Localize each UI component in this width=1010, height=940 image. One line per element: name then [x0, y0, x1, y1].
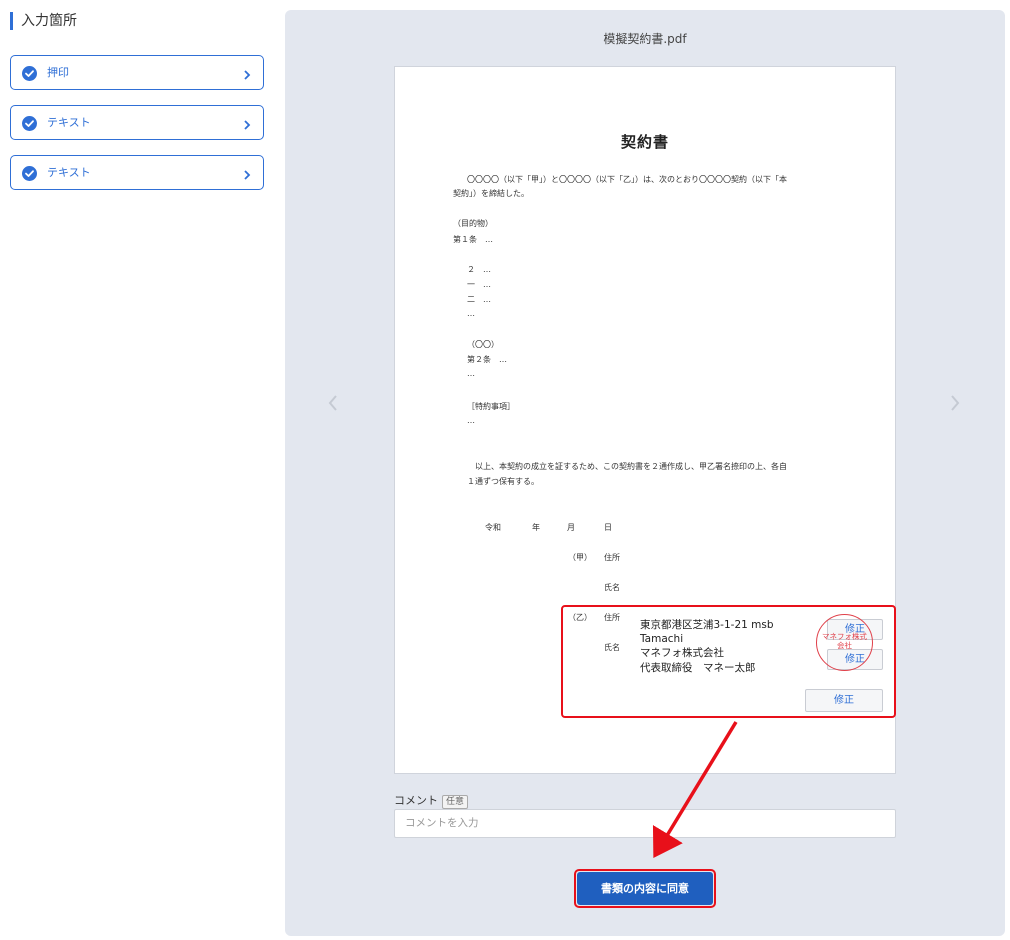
chevron-right-icon	[243, 166, 251, 185]
doc-line: …	[467, 309, 475, 318]
sidebar-item-label: テキスト	[47, 116, 91, 129]
date-month: 月	[567, 523, 575, 532]
doc-line: 一 …	[467, 280, 491, 289]
document-filename: 模擬契約書.pdf	[603, 32, 687, 46]
agree-button[interactable]: 書類の内容に同意	[577, 872, 713, 905]
chevron-right-icon	[243, 66, 251, 85]
comment-input[interactable]: コメントを入力	[394, 809, 896, 838]
sidebar-item-text-2[interactable]: テキスト	[10, 155, 264, 190]
check-circle-icon	[22, 66, 37, 81]
sidebar-item-text-1[interactable]: テキスト	[10, 105, 264, 140]
doc-line: （目的物）	[453, 219, 493, 228]
signature-area-highlight	[561, 605, 896, 718]
chevron-right-icon	[243, 116, 251, 135]
next-page-icon[interactable]	[949, 393, 961, 417]
doc-line: （〇〇）	[467, 340, 499, 349]
check-circle-icon	[22, 116, 37, 131]
doc-line: 契約」）を締結した。	[453, 189, 529, 198]
date-day: 日	[604, 523, 612, 532]
sidebar-item-label: テキスト	[47, 166, 91, 179]
doc-line: １通ずつ保有する。	[467, 477, 539, 486]
doc-line: …	[467, 369, 475, 378]
comment-label: コメント 任意	[394, 792, 469, 809]
prev-page-icon[interactable]	[327, 393, 339, 417]
party-a-name-label: 氏名	[604, 583, 620, 592]
sidebar-title: 入力箇所	[10, 12, 77, 30]
party-a-tag: （甲）	[568, 553, 592, 562]
date-year: 年	[532, 523, 540, 532]
doc-line: ［特約事項］	[467, 402, 515, 411]
optional-badge: 任意	[442, 795, 469, 809]
document-title: 契約書	[620, 133, 669, 151]
doc-line: …	[467, 416, 475, 425]
document-viewer: 模擬契約書.pdf 契約書 〇〇〇〇（以下「甲」）と〇〇〇〇（以下「乙」）は、次…	[285, 10, 1005, 936]
doc-line: 二 …	[467, 295, 491, 304]
party-a-address-label: 住所	[604, 553, 620, 562]
document-page: 契約書 〇〇〇〇（以下「甲」）と〇〇〇〇（以下「乙」）は、次のとおり〇〇〇〇契約…	[394, 66, 896, 774]
sidebar-item-label: 押印	[47, 66, 69, 79]
sidebar-item-stamp[interactable]: 押印	[10, 55, 264, 90]
doc-line: ２ …	[467, 265, 491, 274]
doc-line: 第１条 …	[453, 235, 493, 244]
doc-line: 〇〇〇〇（以下「甲」）と〇〇〇〇（以下「乙」）は、次のとおり〇〇〇〇契約（以下「…	[467, 175, 787, 184]
comment-label-text: コメント	[394, 794, 438, 807]
check-circle-icon	[22, 166, 37, 181]
doc-line: 第２条 …	[467, 355, 507, 364]
doc-line: 以上、本契約の成立を証するため、この契約書を２通作成し、甲乙署名捺印の上、各自	[475, 462, 787, 471]
date-era: 令和	[485, 523, 501, 532]
